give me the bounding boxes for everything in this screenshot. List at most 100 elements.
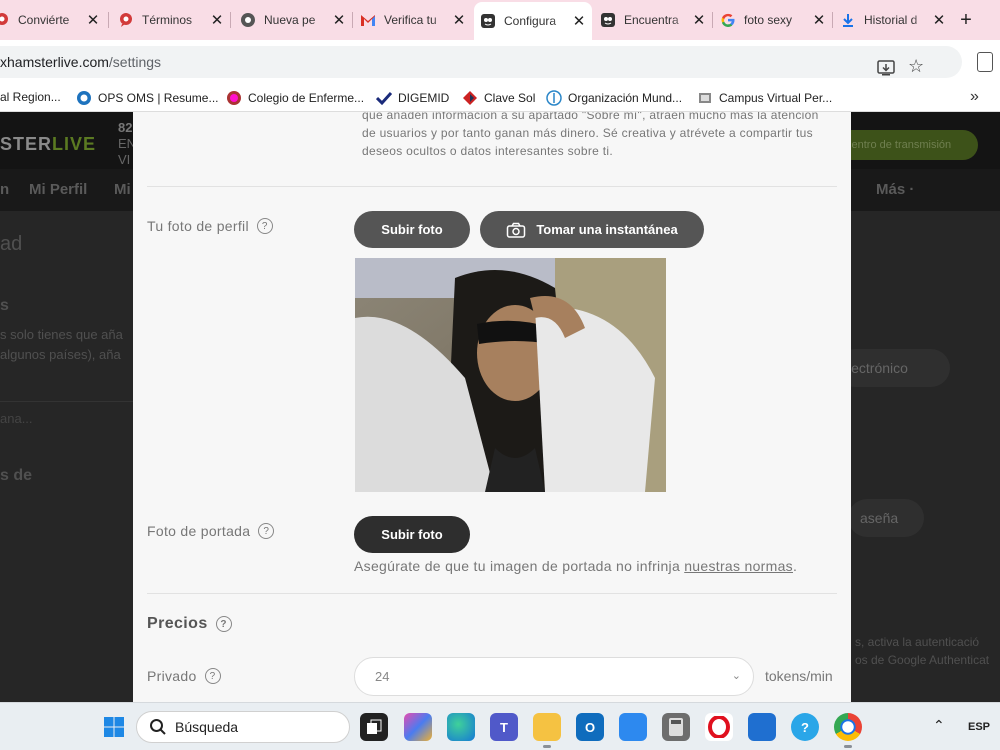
browser-toolbar: xhamsterlive.com/settings ☆ (0, 40, 1000, 84)
ops-icon (76, 90, 92, 106)
select-value: 24 (375, 669, 390, 684)
close-icon[interactable]: ✕ (86, 11, 100, 29)
tab-foto-sexy[interactable]: foto sexy ✕ (714, 4, 832, 36)
tab-encuentra[interactable]: Encuentra ✕ (594, 4, 712, 36)
check-logo-icon (376, 90, 392, 106)
label-text: Tu foto de perfil (147, 218, 249, 234)
google-icon (720, 12, 736, 28)
active-indicator (543, 745, 551, 748)
chevron-up-icon[interactable]: ⌃ (933, 717, 945, 734)
close-icon[interactable]: ✕ (692, 11, 706, 29)
tab-terminos[interactable]: Términos ✕ (112, 4, 230, 36)
close-icon[interactable]: ✕ (572, 12, 586, 30)
microsoft-store-icon[interactable] (748, 713, 776, 741)
price-unit: tokens/min (765, 668, 833, 684)
bg-section-title: s de (0, 467, 33, 484)
tab-title: Verifica tu (384, 13, 437, 27)
help-icon[interactable]: ? (215, 616, 232, 632)
active-indicator (844, 745, 852, 748)
site-logo[interactable]: STERLIVE (0, 134, 96, 155)
bookmark-star-icon[interactable]: ☆ (908, 56, 924, 77)
bookmark-item[interactable]: DIGEMID (376, 90, 449, 106)
tab-separator (832, 12, 833, 28)
cam-site-icon (480, 13, 496, 29)
label-text: Privado (147, 668, 197, 684)
url-path: /settings (108, 54, 162, 70)
language-indicator[interactable]: ESP (968, 721, 990, 733)
close-icon[interactable]: ✕ (210, 11, 224, 29)
note-text: . (793, 558, 798, 574)
bg-email-button: lectrónico (836, 349, 950, 387)
bookmark-item[interactable]: Clave Sol (462, 90, 535, 106)
bookmark-item[interactable]: Campus Virtual Per... (697, 90, 832, 106)
nav-item[interactable]: n (0, 181, 9, 198)
divider (147, 186, 837, 187)
windows-start-icon[interactable] (100, 713, 128, 741)
file-explorer-icon[interactable] (533, 713, 561, 741)
logo-text: STER (0, 134, 53, 154)
tab-verifica[interactable]: Verifica tu ✕ (354, 4, 472, 36)
url-text: xhamsterlive.com/settings (0, 54, 161, 70)
get-help-icon[interactable]: ? (791, 713, 819, 741)
tab-nueva[interactable]: Nueva pe ✕ (234, 4, 352, 36)
tab-convierte[interactable]: Conviérte ✕ (0, 4, 106, 36)
bookmark-item[interactable]: Colegio de Enferme... (226, 90, 364, 106)
help-icon[interactable]: ? (204, 668, 221, 684)
tab-configura[interactable]: Configura ✕ (474, 2, 592, 40)
taskbar-search[interactable]: Búsqueda (136, 711, 350, 743)
bookmark-label: Clave Sol (484, 91, 536, 105)
cover-photo-note: Asegúrate de que tu imagen de portada no… (354, 558, 797, 574)
chevron-double-right-icon[interactable]: » (970, 88, 979, 106)
bookmarks-bar: al Region... OPS OMS | Resume... Colegio… (0, 84, 1000, 112)
close-icon[interactable]: ✕ (332, 11, 346, 29)
note-text: Asegúrate de que tu imagen de portada no… (354, 558, 685, 574)
upload-cover-button[interactable]: Subir foto (354, 516, 470, 553)
outlook-icon[interactable]: O (576, 713, 604, 741)
nav-item-mas[interactable]: Más · (876, 181, 914, 198)
chrome-icon[interactable] (834, 713, 862, 741)
install-app-icon[interactable] (876, 58, 896, 78)
camera-icon (506, 222, 526, 238)
calculator-icon[interactable] (662, 713, 690, 741)
header-counter: 82 (118, 120, 133, 135)
bookmark-label: DIGEMID (398, 91, 450, 105)
opera-icon[interactable] (705, 713, 733, 741)
take-snapshot-button[interactable]: Tomar una instantánea (480, 211, 704, 248)
teams-icon[interactable]: T (490, 713, 518, 741)
edge-icon[interactable] (447, 713, 475, 741)
prices-heading: Precios? (147, 615, 232, 633)
task-view-icon[interactable] (360, 713, 388, 741)
who-icon (546, 90, 562, 106)
chevron-down-icon: ⌄ (731, 670, 741, 682)
close-icon[interactable]: ✕ (932, 11, 946, 29)
new-tab-button[interactable]: + (954, 8, 978, 32)
copilot-icon[interactable] (404, 713, 432, 741)
private-price-label: Privado? (147, 668, 221, 684)
private-price-select[interactable]: 24 ⌄ (354, 657, 754, 696)
close-icon[interactable]: ✕ (452, 11, 466, 29)
seal-icon (226, 90, 242, 106)
search-label: Búsqueda (175, 719, 239, 735)
globe-icon (240, 12, 256, 28)
about-me-hint-text: que añaden información a su apartado "So… (362, 112, 819, 158)
bg-password-button: aseña (848, 499, 924, 537)
upload-photo-button[interactable]: Subir foto (354, 211, 470, 248)
browser-tab-strip: Conviérte ✕ Términos ✕ Nueva pe ✕ Verifi… (0, 0, 1000, 40)
help-icon[interactable]: ? (256, 218, 273, 234)
tab-title: Términos (142, 13, 193, 27)
our-rules-link[interactable]: nuestras normas (684, 558, 793, 574)
bookmark-item[interactable]: al Region... (0, 90, 61, 104)
nav-item-mi-perfil[interactable]: Mi Perfil (29, 181, 87, 198)
bookmark-item[interactable]: Organización Mund... (546, 90, 682, 106)
tab-historial[interactable]: Historial d ✕ (834, 4, 952, 36)
nav-item[interactable]: Mi (114, 181, 131, 198)
bookmark-item[interactable]: OPS OMS | Resume... (76, 90, 218, 106)
close-icon[interactable]: ✕ (812, 11, 826, 29)
button-label: Tomar una instantánea (536, 222, 678, 237)
side-panel-icon[interactable] (977, 52, 993, 72)
cam-site-icon (600, 12, 616, 28)
calculator-app-icon[interactable] (619, 713, 647, 741)
heading-text: Precios (147, 615, 208, 632)
address-bar[interactable]: xhamsterlive.com/settings ☆ (0, 46, 962, 78)
help-icon[interactable]: ? (258, 523, 275, 539)
